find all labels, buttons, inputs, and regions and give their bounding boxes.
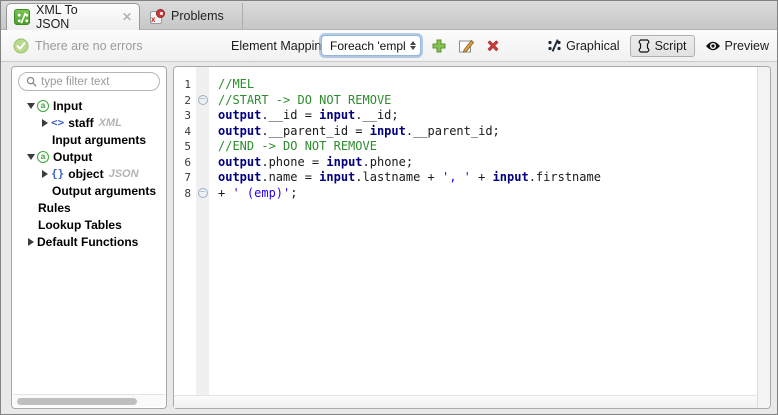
problems-icon: x <box>150 9 165 24</box>
tree-item[interactable]: {} object JSON <box>12 165 166 182</box>
tree-item-label: Rules <box>38 201 71 215</box>
editor-horizontal-scroll-zone[interactable] <box>174 395 757 408</box>
selected-mapping: Foreach 'empl <box>322 39 407 53</box>
element-mapping-select[interactable]: Foreach 'empl <box>321 35 421 56</box>
tree-item[interactable]: a Input <box>12 97 166 114</box>
line-number: 3 <box>174 108 196 124</box>
tree-item[interactable]: Input arguments <box>12 131 166 148</box>
xml-element-icon: <> <box>51 116 64 129</box>
script-icon <box>636 38 651 54</box>
view-preview-button[interactable]: Preview <box>705 39 769 53</box>
preview-eye-icon <box>705 40 721 52</box>
tree-item[interactable]: Lookup Tables <box>12 216 166 233</box>
graphical-icon <box>547 38 562 53</box>
view-label: Preview <box>725 39 769 53</box>
tree-item[interactable]: Output arguments <box>12 182 166 199</box>
type-badge: JSON <box>109 168 139 180</box>
script-editor-panel: 12345678 −− //MEL//START -> DO NOT REMOV… <box>173 66 771 409</box>
view-label: Script <box>655 39 687 53</box>
element-mapping-label: Element Mapping <box>231 30 328 61</box>
line-number: 5 <box>174 139 196 155</box>
mapping-tree-panel: aInput<>staffXMLInput argumentsaOutput{}… <box>11 66 167 409</box>
scrollbar-thumb[interactable] <box>17 398 137 405</box>
filter-field[interactable] <box>18 72 160 91</box>
line-number: 7 <box>174 170 196 186</box>
line-number-gutter: 12345678 <box>174 67 196 408</box>
chevron-down-icon[interactable] <box>24 154 37 160</box>
fold-collapse-icon[interactable]: − <box>198 188 208 198</box>
filter-input[interactable] <box>41 76 152 88</box>
tree-item-label: object <box>68 167 103 181</box>
code-line: //START -> DO NOT REMOVE <box>218 93 753 109</box>
code-line: output.__parent_id = input.__parent_id; <box>218 124 753 140</box>
tab-xml-to-json[interactable]: XML To JSON ✕ <box>6 3 140 30</box>
tab-label: Problems <box>171 9 224 23</box>
code-line: //MEL <box>218 77 753 93</box>
code-line: //END -> DO NOT REMOVE <box>218 139 753 155</box>
fold-bar: −− <box>196 67 209 408</box>
chevron-right-icon[interactable] <box>24 238 37 246</box>
horizontal-scrollbar <box>13 394 165 407</box>
code-line: + ' (emp)'; <box>218 186 753 202</box>
status-text: There are no errors <box>35 39 143 53</box>
mapping-toolbar: There are no errors Element Mapping Fore… <box>1 30 777 62</box>
attribute-icon: a <box>37 100 49 112</box>
line-number: 2 <box>174 93 196 109</box>
view-script-button[interactable]: Script <box>630 35 695 57</box>
type-badge: XML <box>99 117 122 129</box>
tree-item-label: Input <box>53 99 82 113</box>
add-mapping-icon[interactable] <box>431 38 447 54</box>
tree-item-label: Output <box>53 150 92 164</box>
content-area: aInput<>staffXMLInput argumentsaOutput{}… <box>1 63 777 414</box>
edit-mapping-icon[interactable] <box>458 38 474 54</box>
overview-ruler <box>757 67 770 408</box>
code-line: output.name = input.lastname + ', ' + in… <box>218 170 753 186</box>
script-code-editor[interactable]: //MEL//START -> DO NOT REMOVEoutput.__id… <box>209 67 757 408</box>
stepper-icon <box>407 41 420 50</box>
datamapper-window: XML To JSON ✕ x Problems There are no er… <box>0 0 778 415</box>
datamapper-icon <box>14 9 30 25</box>
chevron-right-icon[interactable] <box>38 119 51 127</box>
tree-item-label: Lookup Tables <box>38 218 122 232</box>
tab-label: XML To JSON <box>36 3 114 31</box>
ok-check-icon <box>13 38 29 54</box>
status-message: There are no errors <box>13 30 143 61</box>
chevron-right-icon[interactable] <box>38 170 51 178</box>
tree-item[interactable]: Rules <box>12 199 166 216</box>
attribute-icon: a <box>37 151 49 163</box>
tab-bar: XML To JSON ✕ x Problems <box>1 1 777 30</box>
line-number: 4 <box>174 124 196 140</box>
delete-mapping-icon[interactable] <box>485 38 501 54</box>
tree-item-label: staff <box>68 116 93 130</box>
tree-item[interactable]: a Output <box>12 148 166 165</box>
json-object-icon: {} <box>51 167 64 180</box>
tab-problems[interactable]: x Problems <box>141 3 243 29</box>
view-graphical-button[interactable]: Graphical <box>547 38 620 53</box>
tree-item-label: Output arguments <box>52 184 156 198</box>
line-number: 8 <box>174 186 196 202</box>
code-line: output.__id = input.__id; <box>218 108 753 124</box>
tree-item[interactable]: Default Functions <box>12 233 166 250</box>
tree-item-label: Default Functions <box>37 235 138 249</box>
line-number: 6 <box>174 155 196 171</box>
tree-item[interactable]: <> staff XML <box>12 114 166 131</box>
chevron-down-icon[interactable] <box>24 103 37 109</box>
line-number: 1 <box>174 77 196 93</box>
fold-collapse-icon[interactable]: − <box>198 95 208 105</box>
mapping-tree: aInput<>staffXMLInput argumentsaOutput{}… <box>12 97 166 393</box>
search-icon <box>26 76 37 87</box>
view-label: Graphical <box>566 39 620 53</box>
close-icon[interactable]: ✕ <box>122 10 132 24</box>
code-line: output.phone = input.phone; <box>218 155 753 171</box>
view-switcher: Graphical Script Preview <box>547 30 769 61</box>
tree-item-label: Input arguments <box>52 133 146 147</box>
